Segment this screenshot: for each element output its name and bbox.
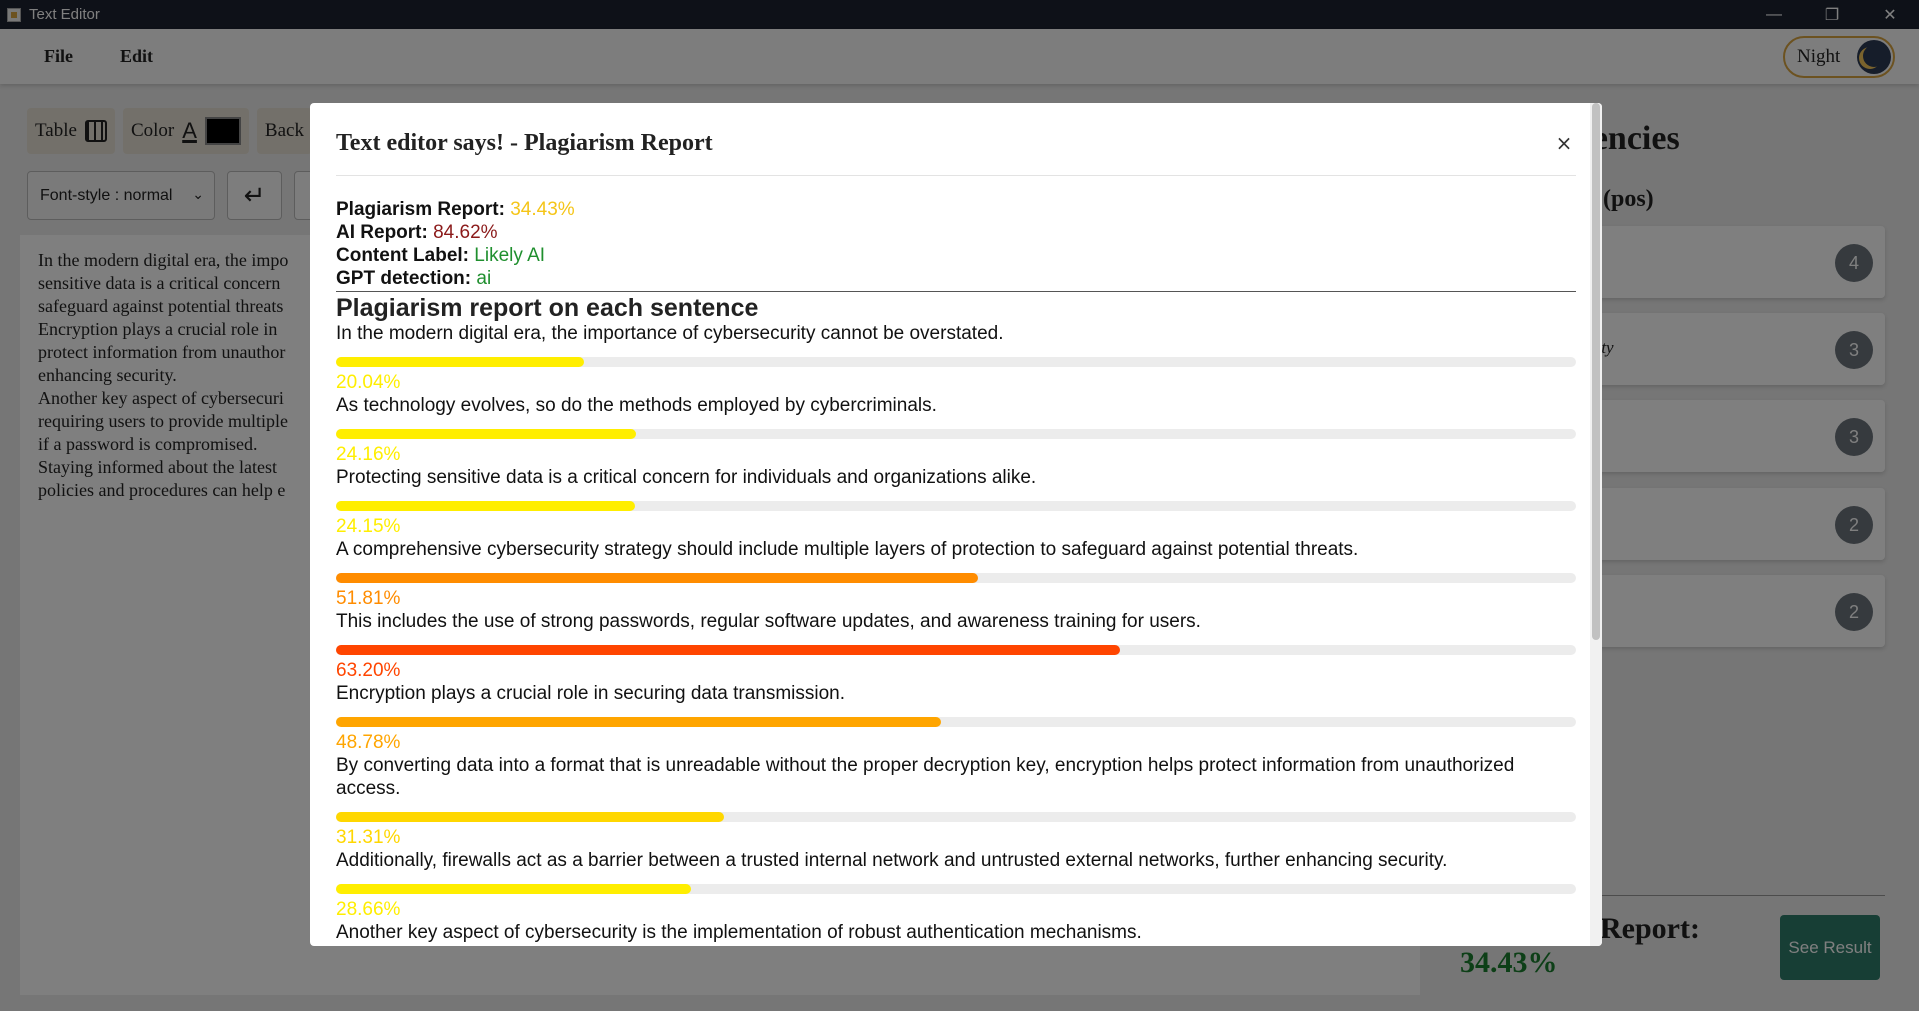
plagiarism-bar [336, 717, 1576, 727]
plagiarism-bar [336, 884, 1576, 894]
plagiarism-bar-fill [336, 573, 979, 583]
summary-value: Likely AI [474, 245, 546, 266]
modal-body: Plagiarism Report: 34.43% AI Report: 84.… [336, 198, 1576, 946]
sentence-percent: 24.15% [336, 516, 401, 537]
gpt-detection-row: GPT detection: ai [336, 267, 1576, 290]
sentence-text: Additionally, firewalls act as a barrier… [336, 850, 1448, 871]
sentence-item: As technology evolves, so do the methods… [336, 394, 1576, 466]
summary-value: 84.62% [433, 222, 498, 243]
sentence-item: Additionally, firewalls act as a barrier… [336, 849, 1576, 921]
summary-value: ai [476, 268, 492, 289]
sentence-text: A comprehensive cybersecurity strategy s… [336, 539, 1359, 560]
sentence-text: Encryption plays a crucial role in secur… [336, 683, 846, 704]
sentence-percent: 63.20% [336, 660, 401, 681]
sentence-text: This includes the use of strong password… [336, 611, 1201, 632]
plagiarism-bar-fill [336, 357, 585, 367]
plagiarism-report-modal: Text editor says! - Plagiarism Report × … [310, 103, 1602, 946]
close-icon[interactable]: × [1552, 131, 1576, 155]
plagiarism-bar-fill [336, 812, 725, 822]
summary-label: Content Label: [336, 245, 469, 266]
sentence-item: A comprehensive cybersecurity strategy s… [336, 538, 1576, 610]
content-label-row: Content Label: Likely AI [336, 244, 1576, 267]
plagiarism-bar-fill [336, 717, 941, 727]
sentence-text: As technology evolves, so do the methods… [336, 395, 937, 416]
summary-label: AI Report: [336, 222, 428, 243]
summary-label: Plagiarism Report: [336, 199, 505, 220]
sentence-item: This includes the use of strong password… [336, 610, 1576, 682]
plagiarism-bar [336, 812, 1576, 822]
sentence-item: Encryption plays a crucial role in secur… [336, 682, 1576, 754]
sentence-percent: 48.78% [336, 732, 401, 753]
plagiarism-bar-fill [336, 429, 636, 439]
plagiarism-bar-fill [336, 501, 636, 511]
modal-header: Text editor says! - Plagiarism Report × [336, 103, 1576, 176]
sentence-text: Protecting sensitive data is a critical … [336, 467, 1037, 488]
sentence-text: In the modern digital era, the importanc… [336, 323, 1004, 344]
plagiarism-bar [336, 357, 1576, 367]
summary-label: GPT detection: [336, 268, 472, 289]
sentence-percent: 31.31% [336, 827, 401, 848]
sentence-text: Another key aspect of cybersecurity is t… [336, 922, 1142, 943]
scrollbar-thumb[interactable] [1592, 103, 1600, 640]
sentence-item: Another key aspect of cybersecurity is t… [336, 921, 1576, 946]
modal-title: Text editor says! - Plagiarism Report [336, 130, 713, 156]
sentence-report-heading: Plagiarism report on each sentence [336, 294, 759, 322]
plagiarism-bar-fill [336, 884, 692, 894]
modal-scrollbar[interactable] [1590, 103, 1602, 946]
ai-summary-row: AI Report: 84.62% [336, 221, 1576, 244]
plagiarism-bar [336, 645, 1576, 655]
plagiarism-bar [336, 573, 1576, 583]
plagiarism-bar [336, 429, 1576, 439]
summary-divider [336, 291, 1576, 292]
summary-value: 34.43% [510, 199, 575, 220]
sentence-text: By converting data into a format that is… [336, 755, 1515, 799]
sentence-list: In the modern digital era, the importanc… [336, 322, 1576, 946]
sentence-percent: 51.81% [336, 588, 401, 609]
sentence-item: By converting data into a format that is… [336, 754, 1576, 849]
sentence-item: In the modern digital era, the importanc… [336, 322, 1576, 394]
sentence-percent: 20.04% [336, 372, 401, 393]
plagiarism-bar [336, 501, 1576, 511]
sentence-item: Protecting sensitive data is a critical … [336, 466, 1576, 538]
sentence-percent: 24.16% [336, 444, 401, 465]
sentence-percent: 28.66% [336, 899, 401, 920]
plagiarism-summary-row: Plagiarism Report: 34.43% [336, 198, 1576, 221]
plagiarism-bar-fill [336, 645, 1120, 655]
